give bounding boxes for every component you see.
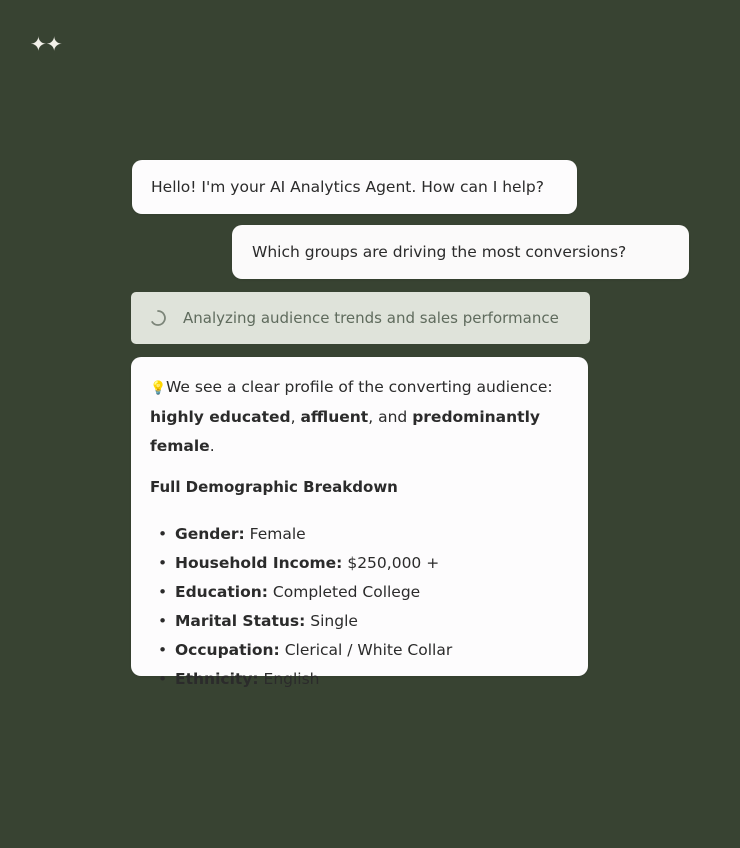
item-value: Clerical / White Collar [284,641,453,659]
summary-highlight-affluent: affluent [300,408,369,426]
item-value: $250,000 + [347,554,440,572]
list-item: Occupation: Clerical / White Collar [150,636,569,665]
sparkle-logo-icon: ✦✦ [30,32,63,56]
summary-prefix: We see a clear profile of the converting… [166,378,553,396]
list-item: Household Income: $250,000 + [150,549,569,578]
demographic-list: Gender: Female Household Income: $250,00… [150,520,569,694]
user-question-text: Which groups are driving the most conver… [252,243,627,261]
summary-period: . [209,437,215,455]
answer-summary: 💡We see a clear profile of the convertin… [150,373,569,461]
summary-separator: , [290,408,301,426]
analysis-status-text: Analyzing audience trends and sales perf… [183,309,559,327]
list-item: Marital Status: Single [150,607,569,636]
item-value: Female [249,525,306,543]
list-item: Education: Completed College [150,578,569,607]
item-key: Occupation: [175,641,280,659]
list-item: Gender: Female [150,520,569,549]
item-value: Single [310,612,358,630]
item-key: Ethnicity: [175,670,259,688]
lightbulb-icon: 💡 [150,381,167,396]
summary-highlight-educated: highly educated [150,408,291,426]
item-key: Marital Status: [175,612,306,630]
item-key: Education: [175,583,268,601]
agent-answer-message: 💡We see a clear profile of the convertin… [131,357,588,694]
agent-greeting-text: Hello! I'm your AI Analytics Agent. How … [151,178,544,196]
agent-greeting-message: Hello! I'm your AI Analytics Agent. How … [132,160,577,214]
analysis-status-bar: Analyzing audience trends and sales perf… [131,292,590,344]
list-item: Ethnicity: English [150,665,569,694]
chat-screen: ✦✦ Hello! I'm your AI Analytics Agent. H… [0,0,740,848]
summary-separator: , and [368,408,413,426]
item-key: Gender: [175,525,245,543]
spinner-icon [151,310,166,326]
item-value: Completed College [272,583,421,601]
breakdown-title: Full Demographic Breakdown [150,478,398,496]
user-question-message: Which groups are driving the most conver… [232,225,689,279]
item-key: Household Income: [175,554,343,572]
item-value: English [263,670,320,688]
